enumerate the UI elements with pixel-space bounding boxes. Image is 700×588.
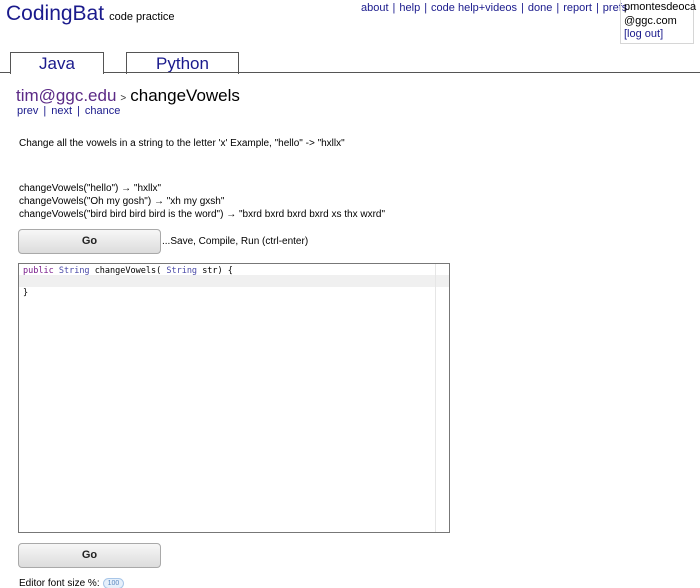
example-line: changeVowels("Oh my gosh") → "xh my gxsh… — [19, 196, 225, 207]
code-line-3: } — [23, 288, 29, 298]
example-line: changeVowels("bird bird bird bird is the… — [19, 209, 386, 220]
problem-nav: prev | next | chance — [17, 105, 120, 117]
nav-separator: | — [77, 105, 80, 117]
user-email-line2: @ggc.com — [624, 14, 677, 27]
go-button-bottom[interactable]: Go — [18, 543, 161, 568]
nav-done-link[interactable]: done — [528, 2, 552, 14]
editor-font-size: Editor font size %: 100 — [19, 578, 125, 588]
nav-code-help-link[interactable]: code help+videos — [431, 2, 517, 14]
nav-separator: | — [43, 105, 47, 117]
code-method-name: changeVowels( — [94, 266, 162, 276]
nav-separator: | — [595, 2, 599, 14]
nav-separator: | — [424, 2, 428, 14]
top-nav: about | help | code help+videos | done | report |… — [361, 2, 627, 14]
nav-help-link[interactable]: help — [399, 2, 420, 14]
chance-link[interactable]: chance — [85, 105, 120, 117]
code-param-rest: str) { — [202, 266, 233, 276]
active-line-highlight — [19, 275, 449, 287]
breadcrumb-separator: > — [120, 93, 127, 104]
examples-list: changeVowels("hello") → "hxllx" changeVo… — [19, 182, 385, 221]
nav-separator: | — [392, 2, 396, 14]
example-line: changeVowels("hello") → "hxllx" — [19, 183, 162, 194]
code-param-type: String — [166, 266, 198, 276]
logout-link[interactable]: [log out] — [624, 28, 690, 42]
code-line-1: public String changeVowels( String str) … — [23, 266, 233, 276]
nav-report-link[interactable]: report — [563, 2, 592, 14]
breadcrumb-user-link[interactable]: tim@ggc.edu — [16, 86, 116, 106]
code-return-type: String — [58, 266, 90, 276]
brand-name[interactable]: CodingBat — [6, 2, 104, 26]
site-logo[interactable]: CodingBat code practice — [6, 2, 175, 26]
prev-link[interactable]: prev — [17, 105, 38, 117]
nav-separator: | — [520, 2, 524, 14]
code-keyword: public — [23, 266, 54, 276]
next-link[interactable]: next — [51, 105, 72, 117]
problem-title: changeVowels — [130, 86, 240, 105]
problem-description: Change all the vowels in a string to the… — [19, 138, 345, 149]
brand-tagline: code practice — [109, 11, 175, 23]
tab-java[interactable]: Java — [10, 52, 104, 74]
nav-about-link[interactable]: about — [361, 2, 389, 14]
breadcrumb: tim@ggc.edu > changeVowels — [16, 86, 240, 106]
code-editor[interactable]: public String changeVowels( String str) … — [18, 263, 450, 533]
editor-margin-line — [435, 264, 436, 532]
font-size-label: Editor font size %: — [19, 578, 100, 588]
nav-separator: | — [556, 2, 560, 14]
go-button[interactable]: Go — [18, 229, 161, 254]
font-size-input[interactable]: 100 — [102, 578, 125, 588]
user-email-line1: pmontesdeoca — [624, 1, 697, 13]
active-tab-gap — [11, 72, 103, 73]
tab-python[interactable]: Python — [126, 52, 239, 74]
language-tabs: Java Python — [0, 52, 700, 74]
user-box: pmontesdeoca @ggc.com [log out] — [620, 0, 697, 44]
run-hint: ...Save, Compile, Run (ctrl-enter) — [162, 236, 309, 247]
tab-divider — [0, 72, 700, 73]
